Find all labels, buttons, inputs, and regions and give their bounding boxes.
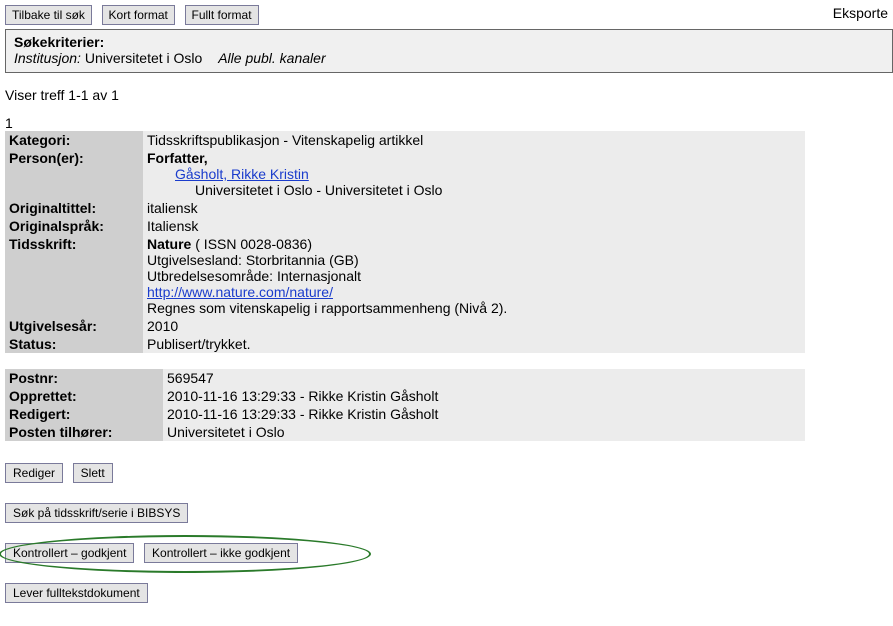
back-to-search-button[interactable]: Tilbake til søk xyxy=(5,5,92,25)
journal-name: Nature xyxy=(147,236,191,252)
short-format-button[interactable]: Kort format xyxy=(102,5,175,25)
value-tidsskrift: Nature ( ISSN 0028-0836) Utgivelsesland:… xyxy=(143,235,805,317)
bibsys-search-button[interactable]: Søk på tidsskrift/serie i BIBSYS xyxy=(5,503,188,523)
value-status: Publisert/trykket. xyxy=(143,335,805,353)
criteria-line: Institusjon: Universitetet i Oslo Alle p… xyxy=(14,50,884,66)
label-status: Status: xyxy=(5,335,143,353)
criteria-inst-label: Institusjon: xyxy=(14,50,81,66)
value-personer: Forfatter, Gåsholt, Rikke Kristin Univer… xyxy=(143,149,805,199)
result-count: Viser treff 1-1 av 1 xyxy=(5,87,888,103)
journal-issn: ( ISSN 0028-0836) xyxy=(191,236,312,252)
criteria-channels: Alle publ. kanaler xyxy=(218,50,325,66)
journal-level: Regnes som vitenskapelig i rapportsammen… xyxy=(147,300,507,316)
rediger-button[interactable]: Rediger xyxy=(5,463,63,483)
value-redigert: 2010-11-16 13:29:33 - Rikke Kristin Gåsh… xyxy=(163,405,805,423)
label-postnr: Postnr: xyxy=(5,369,163,387)
edit-action-row: Rediger Slett xyxy=(5,463,888,483)
kontrollert-godkjent-button[interactable]: Kontrollert – godkjent xyxy=(5,543,134,563)
label-tidsskrift: Tidsskrift: xyxy=(5,235,143,317)
label-tilhorer: Posten tilhører: xyxy=(5,423,163,441)
value-kategori: Tidsskriftspublikasjon - Vitenskapelig a… xyxy=(143,131,805,149)
label-aar: Utgivelsesår: xyxy=(5,317,143,335)
journal-country: Utgivelsesland: Storbritannia (GB) xyxy=(147,252,359,268)
label-kategori: Kategori: xyxy=(5,131,143,149)
label-originaltittel: Originaltittel: xyxy=(5,199,143,217)
value-opprettet: 2010-11-16 13:29:33 - Rikke Kristin Gåsh… xyxy=(163,387,805,405)
fulltext-row: Lever fulltekstdokument xyxy=(5,583,888,603)
control-approval-row: Kontrollert – godkjent Kontrollert – ikk… xyxy=(5,543,304,563)
label-originalsprak: Originalspråk: xyxy=(5,217,143,235)
value-tilhorer: Universitetet i Oslo xyxy=(163,423,805,441)
value-postnr: 569547 xyxy=(163,369,805,387)
record-number: 1 xyxy=(5,115,888,131)
journal-area: Utbredelsesområde: Internasjonalt xyxy=(147,268,361,284)
meta-table: Postnr: 569547 Opprettet: 2010-11-16 13:… xyxy=(5,369,805,441)
search-criteria-box: Søkekriterier: Institusjon: Universitete… xyxy=(5,29,893,73)
top-button-group: Tilbake til søk Kort format Fullt format xyxy=(5,5,265,25)
criteria-inst-value: Universitetet i Oslo xyxy=(85,50,202,66)
lever-fulltekst-button[interactable]: Lever fulltekstdokument xyxy=(5,583,148,603)
author-role: Forfatter, xyxy=(147,150,208,166)
value-aar: 2010 xyxy=(143,317,805,335)
journal-url[interactable]: http://www.nature.com/nature/ xyxy=(147,284,333,300)
label-redigert: Redigert: xyxy=(5,405,163,423)
label-opprettet: Opprettet: xyxy=(5,387,163,405)
full-format-button[interactable]: Fullt format xyxy=(185,5,259,25)
export-link[interactable]: Eksporte xyxy=(833,5,888,21)
value-originaltittel: italiensk xyxy=(143,199,805,217)
value-originalsprak: Italiensk xyxy=(143,217,805,235)
author-affiliation: Universitetet i Oslo - Universitetet i O… xyxy=(147,182,799,198)
slett-button[interactable]: Slett xyxy=(73,463,113,483)
label-personer: Person(er): xyxy=(5,149,143,199)
criteria-title: Søkekriterier: xyxy=(14,34,884,50)
bibsys-row: Søk på tidsskrift/serie i BIBSYS xyxy=(5,503,888,523)
record-table: Kategori: Tidsskriftspublikasjon - Viten… xyxy=(5,131,805,369)
kontrollert-ikke-godkjent-button[interactable]: Kontrollert – ikke godkjent xyxy=(144,543,298,563)
author-link[interactable]: Gåsholt, Rikke Kristin xyxy=(175,166,309,182)
